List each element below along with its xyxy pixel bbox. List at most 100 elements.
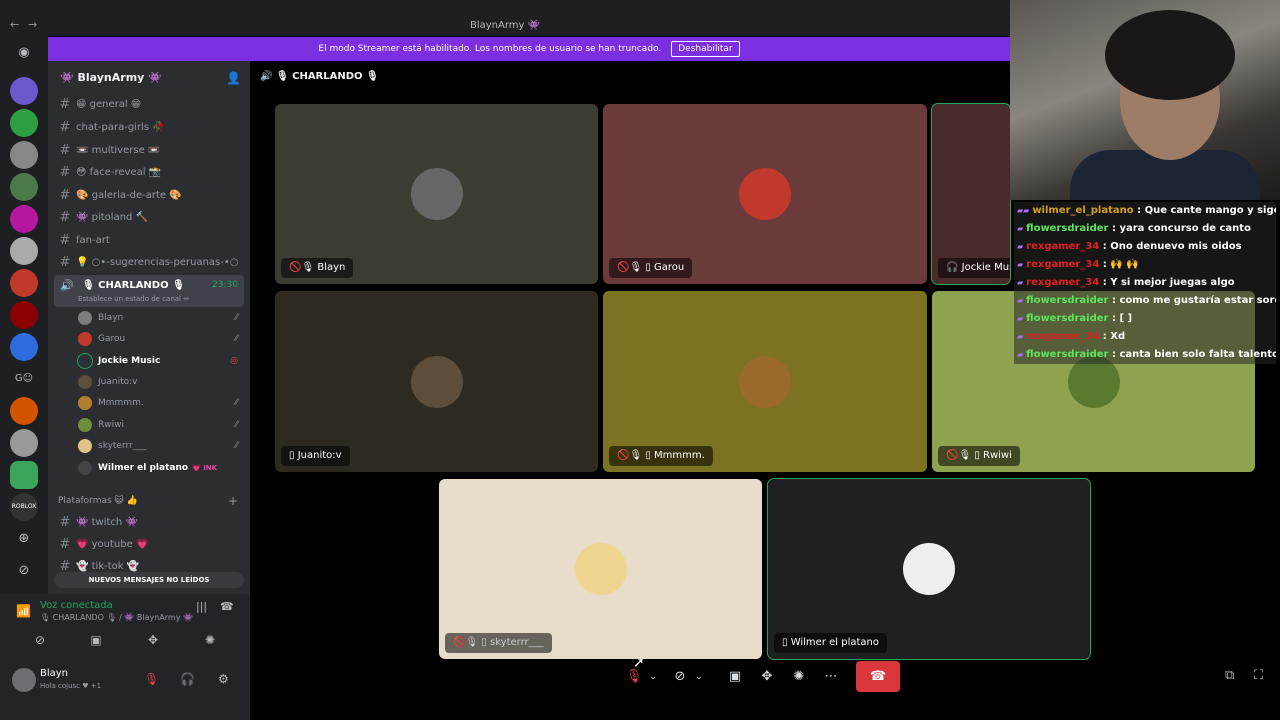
- participant-tile[interactable]: ▯ Wilmer el platano: [767, 478, 1091, 660]
- channel-item[interactable]: # 💗 youtube 💗: [54, 534, 244, 554]
- add-channel-icon[interactable]: +: [228, 494, 238, 508]
- headphones-icon[interactable]: 🎧: [180, 672, 195, 686]
- avatar: [739, 168, 791, 220]
- participant-label: ▯ Wilmer el platano: [774, 633, 887, 653]
- voice-location[interactable]: 🎙 CHARLANDO 🎙 / 👾 BlaynArmy 👾: [40, 613, 193, 622]
- gear-icon[interactable]: ⚙: [218, 672, 229, 686]
- username[interactable]: Blayn: [40, 668, 68, 679]
- window-title: BlaynArmy 👾: [469, 20, 541, 31]
- chevron-down-icon[interactable]: ⌄: [646, 663, 660, 691]
- voice-member[interactable]: Juanito:v: [78, 372, 244, 392]
- voice-member[interactable]: Jockie Music ◎: [77, 351, 244, 371]
- hash-icon: #: [59, 164, 71, 180]
- user-status: Hola cojusc ♥ +1: [40, 682, 102, 690]
- channel-item[interactable]: # fan-art: [54, 230, 244, 250]
- disconnect-icon[interactable]: ☎: [220, 600, 234, 613]
- participant-tile[interactable]: ▯ Juanito:v: [275, 291, 598, 472]
- screen-share-button[interactable]: ▣: [72, 628, 120, 652]
- disconnect-button[interactable]: ☎: [856, 661, 900, 692]
- server-icon[interactable]: [10, 429, 38, 457]
- server-name[interactable]: 👾 BlaynArmy 👾: [60, 71, 162, 84]
- soundboard-button[interactable]: ✺: [788, 663, 810, 691]
- mic-muted-icon: ⁄⁄: [234, 334, 238, 344]
- server-icon[interactable]: ROBLOX: [10, 493, 38, 521]
- chat-message: ▰ flowersdraider : como me gustaría estar…: [1014, 292, 1276, 310]
- voice-channel-charlando[interactable]: 🔊 🎙 CHARLANDO 🎙 23:30 Establece un estad…: [54, 275, 244, 307]
- server-icon[interactable]: [10, 109, 38, 137]
- badge-icon: ▰: [1017, 242, 1024, 251]
- hash-icon: #: [59, 254, 71, 270]
- noise-suppression-icon[interactable]: |||: [196, 600, 207, 613]
- participant-tile[interactable]: 🎧 Jockie Music: [931, 103, 1011, 285]
- participant-label: 🚫🎙 ▯ Garou: [609, 258, 693, 278]
- more-options-icon[interactable]: ⋯: [820, 663, 842, 691]
- server-icon[interactable]: [10, 269, 38, 297]
- avatar: [78, 461, 92, 475]
- avatar: [78, 396, 92, 410]
- mic-muted-icon[interactable]: 🎙: [144, 672, 159, 686]
- new-messages-pill[interactable]: NUEVOS MENSAJES NO LEÍDOS: [54, 572, 244, 588]
- signal-icon[interactable]: 📶: [16, 604, 31, 618]
- discover-icon[interactable]: ⊘: [10, 557, 38, 585]
- server-icon[interactable]: [10, 397, 38, 425]
- channel-item[interactable]: # 😳 face-reveal 📸: [54, 162, 244, 182]
- hash-icon: #: [59, 187, 71, 203]
- avatar: [78, 332, 92, 346]
- soundboard-button[interactable]: ✺: [186, 628, 234, 652]
- voice-member[interactable]: Garou ⁄⁄: [78, 329, 244, 349]
- participant-tile[interactable]: 🚫🎙 ▯ Garou: [603, 104, 927, 284]
- chevron-down-icon[interactable]: ⌄: [692, 663, 706, 691]
- participant-tile[interactable]: 🚫🎙 ▯ skyterrr___: [439, 479, 762, 659]
- avatar: [78, 439, 92, 453]
- server-icon[interactable]: [10, 237, 38, 265]
- server-icon[interactable]: [10, 333, 38, 361]
- activities-button[interactable]: ✥: [129, 628, 177, 652]
- voice-member[interactable]: Rwiwi ⁄⁄: [78, 415, 244, 435]
- server-icon[interactable]: [10, 461, 38, 489]
- voice-member[interactable]: Blayn ⁄⁄: [78, 308, 244, 328]
- avatar: [78, 418, 92, 432]
- hash-icon: #: [59, 514, 71, 530]
- participant-tile[interactable]: 🚫🎙 ▯ Mmmmm.: [603, 291, 927, 472]
- badge-icon: ▰: [1017, 332, 1024, 341]
- activities-button[interactable]: ✥: [756, 663, 778, 691]
- badge-icon: ▰: [1017, 296, 1024, 305]
- channel-item[interactable]: # 💡 ○•-sugerencias-peruanas-•○: [54, 252, 244, 272]
- popout-icon[interactable]: ⧉: [1225, 668, 1234, 683]
- server-icon[interactable]: [10, 77, 38, 105]
- add-server-icon[interactable]: ⊕: [10, 525, 38, 553]
- badge-icon: ▰: [1017, 350, 1024, 359]
- server-icon[interactable]: [10, 301, 38, 329]
- server-icon[interactable]: [10, 205, 38, 233]
- participant-label: 🚫🎙 ▯ Mmmmm.: [609, 446, 713, 466]
- channel-item[interactable]: # 👾 twitch 👾: [54, 512, 244, 532]
- participant-tile[interactable]: 🚫🎙 Blayn: [275, 104, 598, 284]
- avatar[interactable]: [12, 668, 36, 692]
- server-icon[interactable]: [10, 173, 38, 201]
- channel-item[interactable]: # chat-para-girls 🥀: [54, 117, 244, 137]
- participant-label: ▯ Juanito:v: [281, 446, 350, 466]
- channel-item[interactable]: # 😁 general 😁: [54, 94, 244, 114]
- fullscreen-icon[interactable]: ⛶: [1254, 668, 1263, 683]
- voice-member[interactable]: Mmmmm. ⁄⁄: [78, 393, 244, 413]
- category-header[interactable]: Plataformas 😺 👍: [58, 496, 138, 506]
- discord-home-icon[interactable]: ◉: [10, 39, 38, 67]
- invite-icon[interactable]: 👤: [226, 71, 241, 85]
- channel-item[interactable]: # 🎨 galeria-de-arte 🎨: [54, 185, 244, 205]
- server-folder-icon[interactable]: G☺: [10, 365, 38, 393]
- camera-button[interactable]: ⊘: [670, 663, 690, 691]
- server-icon[interactable]: [10, 141, 38, 169]
- voice-connected-label[interactable]: Voz conectada: [40, 600, 113, 611]
- camera-off-button[interactable]: ⊘: [16, 628, 64, 652]
- chat-message: ▰ rexgamer_34 : Y si mejor juegas algo: [1014, 274, 1276, 292]
- participant-label: 🚫🎙 ▯ Rwiwi: [938, 446, 1020, 466]
- voice-member[interactable]: Wilmer el platano 💗 INK: [78, 458, 244, 478]
- channel-item[interactable]: # 📼 multiverse 📼: [54, 140, 244, 160]
- screen-share-button[interactable]: ▣: [724, 663, 746, 691]
- chat-message: ▰ rexgamer_34 : Ono denuevo mis oidos: [1014, 238, 1276, 256]
- avatar: [410, 168, 463, 220]
- hash-icon: #: [59, 119, 71, 135]
- voice-member[interactable]: skyterrr___ ⁄⁄: [78, 436, 244, 456]
- disable-streamer-button[interactable]: Deshabilitar: [671, 41, 740, 57]
- channel-item[interactable]: # 👾 pitoland 🔨: [54, 207, 244, 227]
